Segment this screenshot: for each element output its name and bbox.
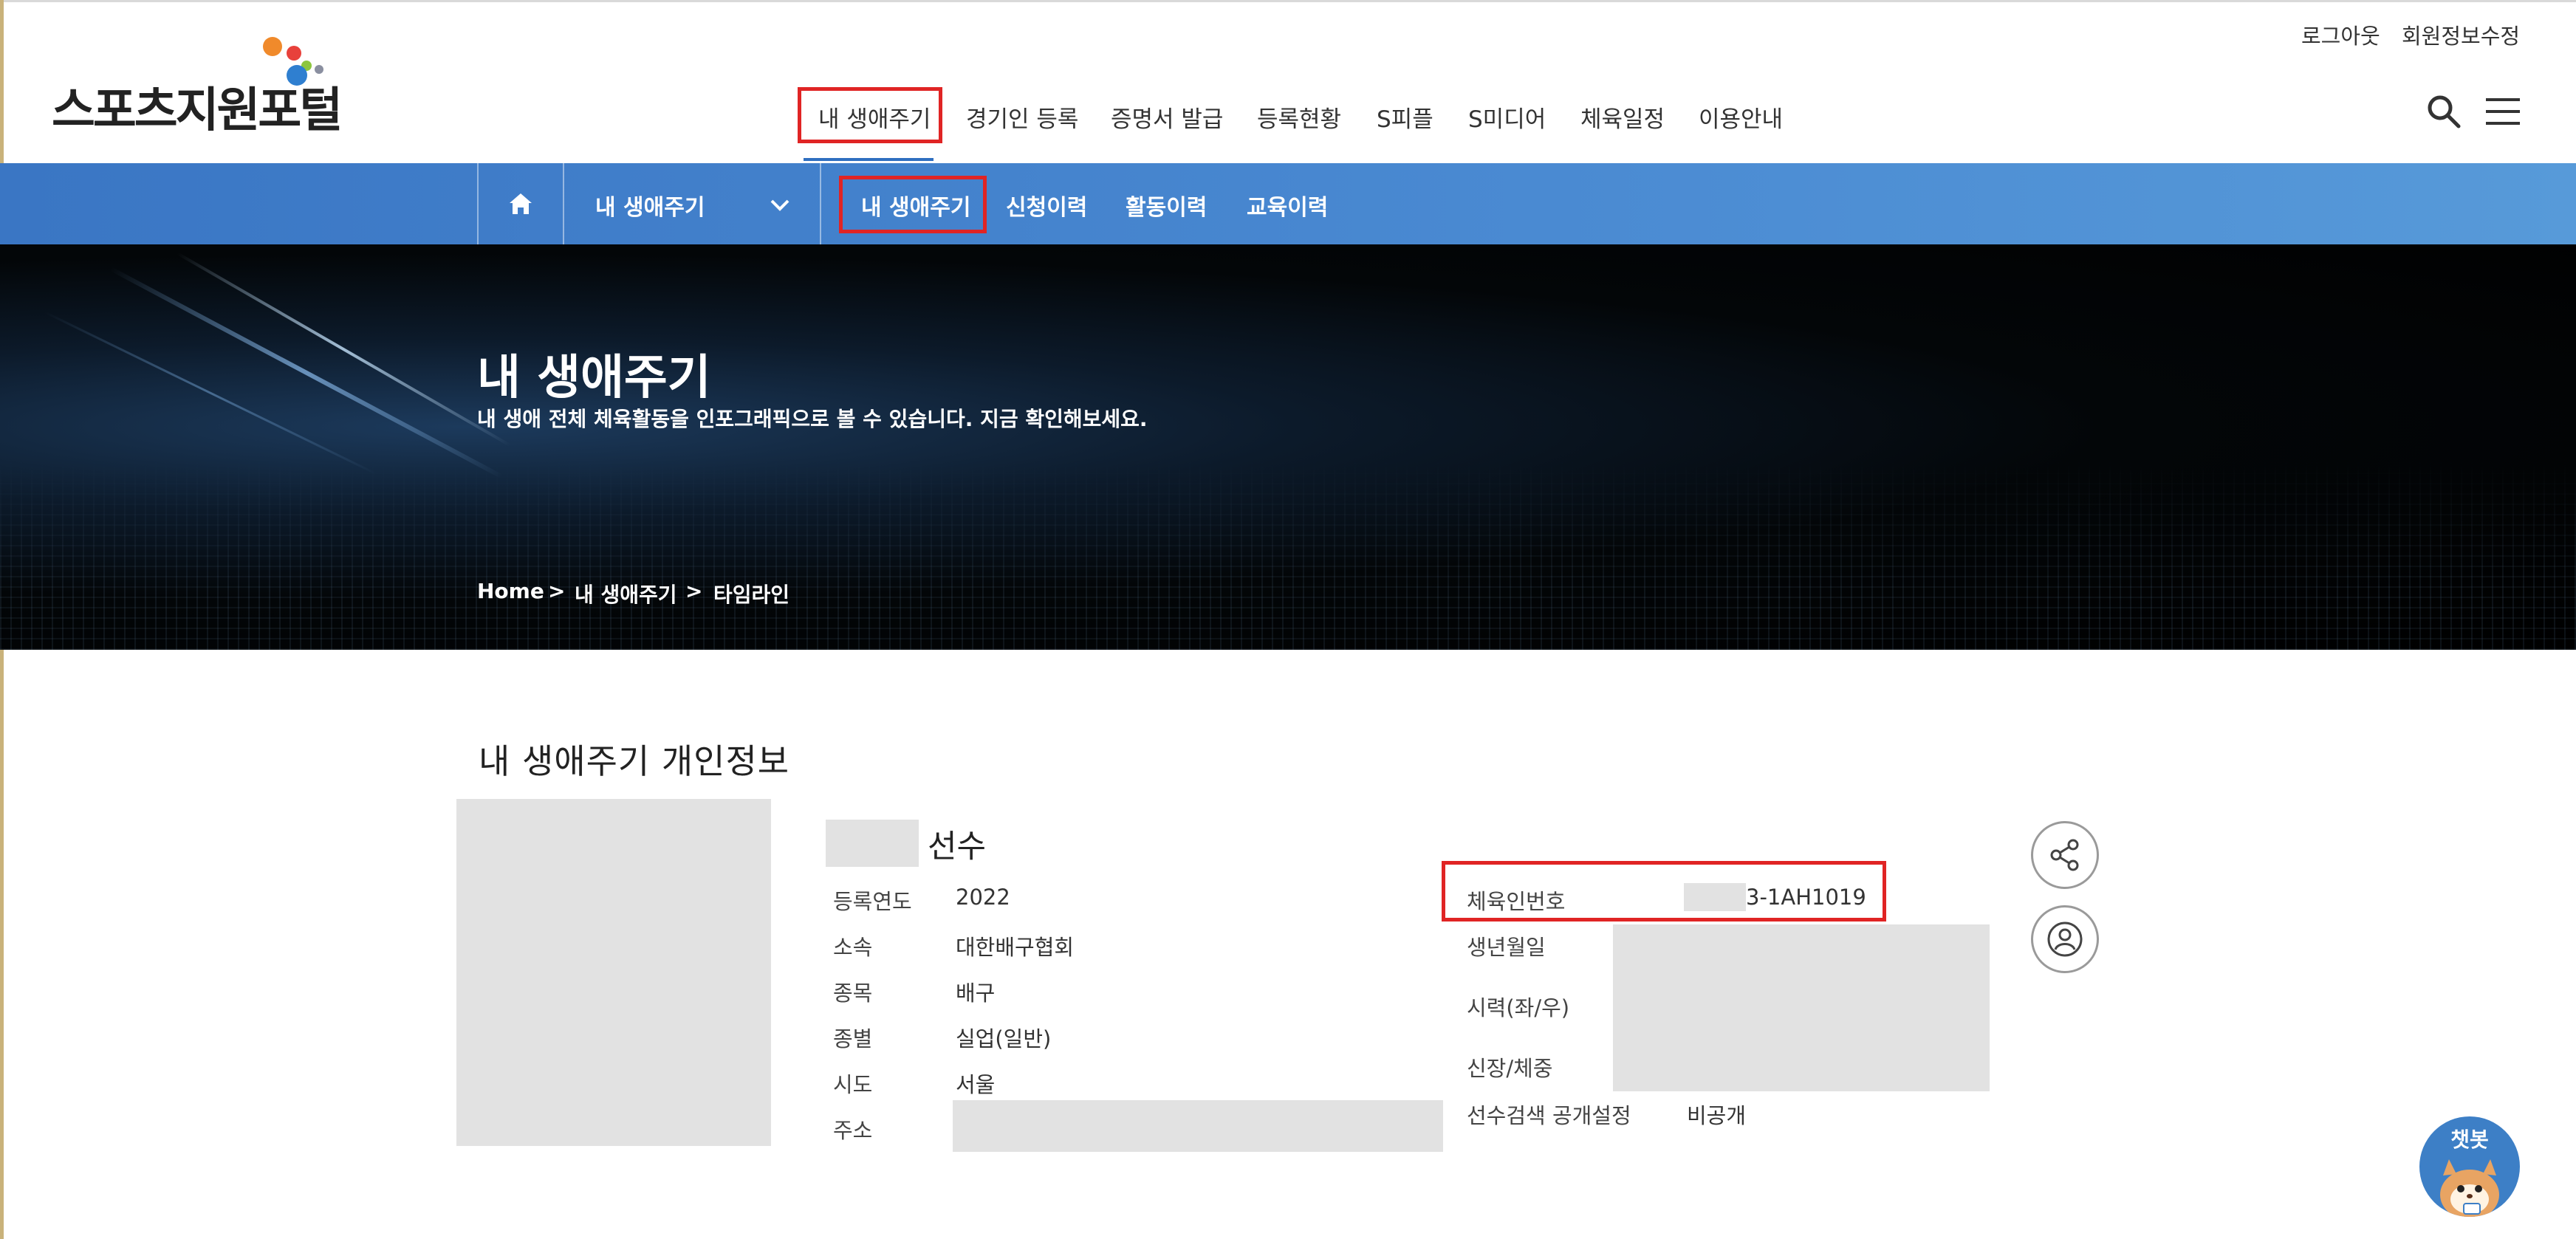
breadcrumb-separator: > xyxy=(548,579,566,603)
logo-dot-orange xyxy=(263,37,282,56)
share-button[interactable] xyxy=(2031,821,2099,889)
body-info-redacted xyxy=(1613,924,1990,1091)
gnb-usage-guide[interactable]: 이용안내 xyxy=(1699,100,1783,134)
page-subtitle: 내 생애 전체 체육활동을 인포그래픽으로 볼 수 있습니다. 지금 확인해보세… xyxy=(477,407,1148,431)
field-value: 2022 xyxy=(956,885,1010,910)
site-logo[interactable]: 스포츠지원포털 xyxy=(52,30,347,138)
field-value: 대한배구협회 xyxy=(956,935,1075,960)
gnb-sports-schedule[interactable]: 체육일정 xyxy=(1580,100,1665,134)
subnav-tab-activity-history[interactable]: 활동이력 xyxy=(1126,189,1207,222)
hamburger-menu-icon[interactable] xyxy=(2483,92,2523,131)
gnb-my-lifecycle[interactable]: 내 생애주기 xyxy=(818,100,931,134)
field-label: 종별 xyxy=(833,1026,873,1051)
top-border xyxy=(0,0,2576,2)
field-label: 시력(좌/우) xyxy=(1467,995,1570,1020)
profile-button[interactable] xyxy=(2031,905,2099,973)
gnb-registration-status[interactable]: 등록현황 xyxy=(1257,100,1341,134)
profile-photo xyxy=(456,799,771,1146)
chatbot-mascot-icon xyxy=(2440,1159,2499,1217)
field-label: 체육인번호 xyxy=(1467,889,1566,914)
subnav-dropdown-label[interactable]: 내 생애주기 xyxy=(595,189,705,222)
gnb-active-indicator xyxy=(804,158,934,161)
field-label: 선수검색 공개설정 xyxy=(1467,1103,1631,1128)
hero-banner xyxy=(0,244,2576,650)
search-visibility-value: 비공개 xyxy=(1687,1103,1747,1128)
gnb-athlete-registration[interactable]: 경기인 등록 xyxy=(966,100,1078,134)
gnb-s-media[interactable]: S미디어 xyxy=(1468,100,1546,134)
athlete-number-redacted xyxy=(1684,883,1746,911)
logo-text: 스포츠지원포털 xyxy=(52,83,343,138)
home-icon[interactable] xyxy=(479,163,563,244)
subnav-tab-my-lifecycle[interactable]: 내 생애주기 xyxy=(861,189,970,222)
logout-link[interactable]: 로그아웃 xyxy=(2301,19,2380,50)
search-icon[interactable] xyxy=(2424,92,2464,131)
field-label: 신장/체중 xyxy=(1467,1056,1553,1081)
user-icon xyxy=(2047,921,2083,957)
field-value: 실업(일반) xyxy=(956,1026,1052,1051)
breadcrumb-home[interactable]: Home xyxy=(477,579,544,603)
field-label: 종목 xyxy=(833,981,873,1006)
athlete-number-value: 3-1AH1019 xyxy=(1746,885,1866,910)
address-redacted xyxy=(953,1100,1443,1152)
gnb-certificate[interactable]: 증명서 발급 xyxy=(1111,100,1223,134)
field-label: 소속 xyxy=(833,935,873,960)
page-title: 내 생애주기 xyxy=(477,351,711,405)
breadcrumb-separator: > xyxy=(685,579,703,603)
subnav-tab-education-history[interactable]: 교육이력 xyxy=(1247,189,1328,222)
chatbot-button[interactable]: 챗봇 xyxy=(2419,1116,2520,1217)
gnb-s-people[interactable]: S피플 xyxy=(1377,100,1433,134)
athlete-name-redacted xyxy=(826,820,919,867)
share-icon xyxy=(2050,839,2079,871)
athlete-title: 선수 xyxy=(928,828,987,865)
subnav-tab-application-history[interactable]: 신청이력 xyxy=(1006,189,1087,222)
edit-profile-link[interactable]: 회원정보수정 xyxy=(2402,19,2520,50)
breadcrumb-my-lifecycle[interactable]: 내 생애주기 xyxy=(575,579,677,608)
chevron-down-icon[interactable] xyxy=(765,191,795,220)
field-label: 등록연도 xyxy=(833,889,912,914)
field-label: 생년월일 xyxy=(1467,935,1546,960)
logo-dot-red xyxy=(287,46,301,61)
chatbot-label: 챗봇 xyxy=(2450,1128,2489,1152)
section-title: 내 생애주기 개인정보 xyxy=(479,741,790,781)
field-label: 시도 xyxy=(833,1072,873,1097)
field-value: 서울 xyxy=(956,1072,996,1097)
field-value: 배구 xyxy=(956,981,996,1006)
breadcrumb-timeline: 타임라인 xyxy=(713,583,790,607)
field-label: 주소 xyxy=(833,1118,873,1143)
